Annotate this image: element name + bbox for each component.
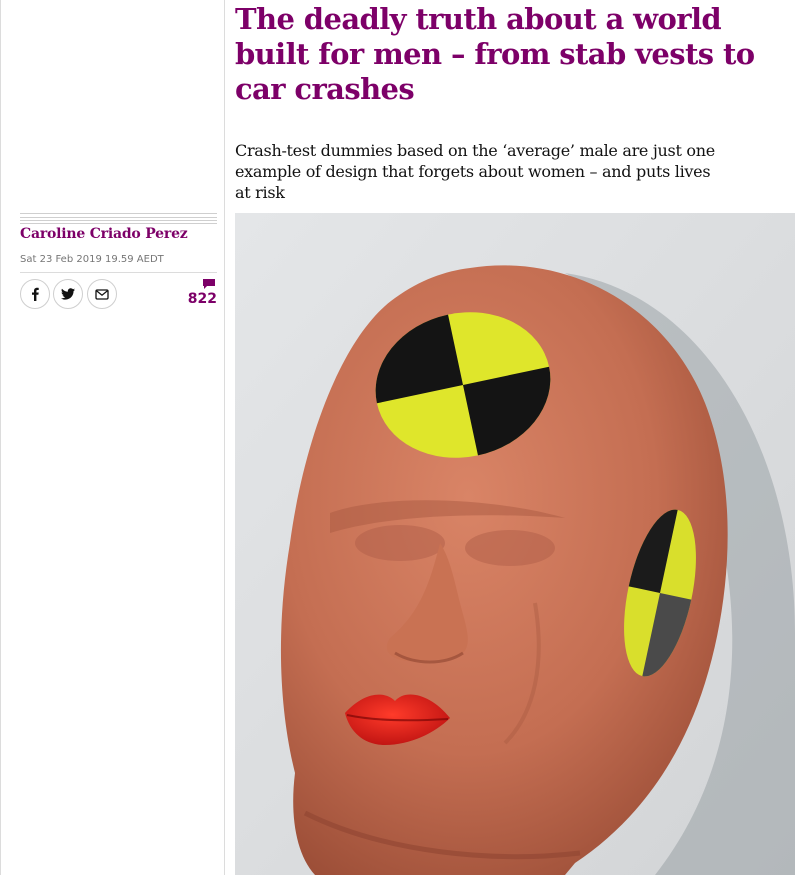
article-standfirst: Crash-test dummies based on the ‘average… [235,141,715,202]
hero-image [235,213,795,875]
crash-test-dummy-head-illustration [235,213,795,875]
share-twitter-button[interactable] [53,279,83,309]
comment-bubble-icon [203,279,215,289]
comments-link[interactable]: 822 [187,278,217,310]
publish-dateline: Sat 23 Feb 2019 19.59 AEDT [20,254,164,265]
comment-count: 822 [187,291,217,307]
share-facebook-button[interactable] [20,279,50,309]
meta-divider [20,272,217,273]
facebook-icon [32,287,39,301]
author-byline-link[interactable]: Caroline Criado Perez [20,226,188,242]
twitter-icon [61,288,75,300]
email-icon [95,288,109,300]
meta-rule-lines [20,213,217,224]
left-meta-column: Caroline Criado Perez Sat 23 Feb 2019 19… [0,0,225,875]
share-email-button[interactable] [87,279,117,309]
article-headline: The deadly truth about a world built for… [235,2,755,106]
